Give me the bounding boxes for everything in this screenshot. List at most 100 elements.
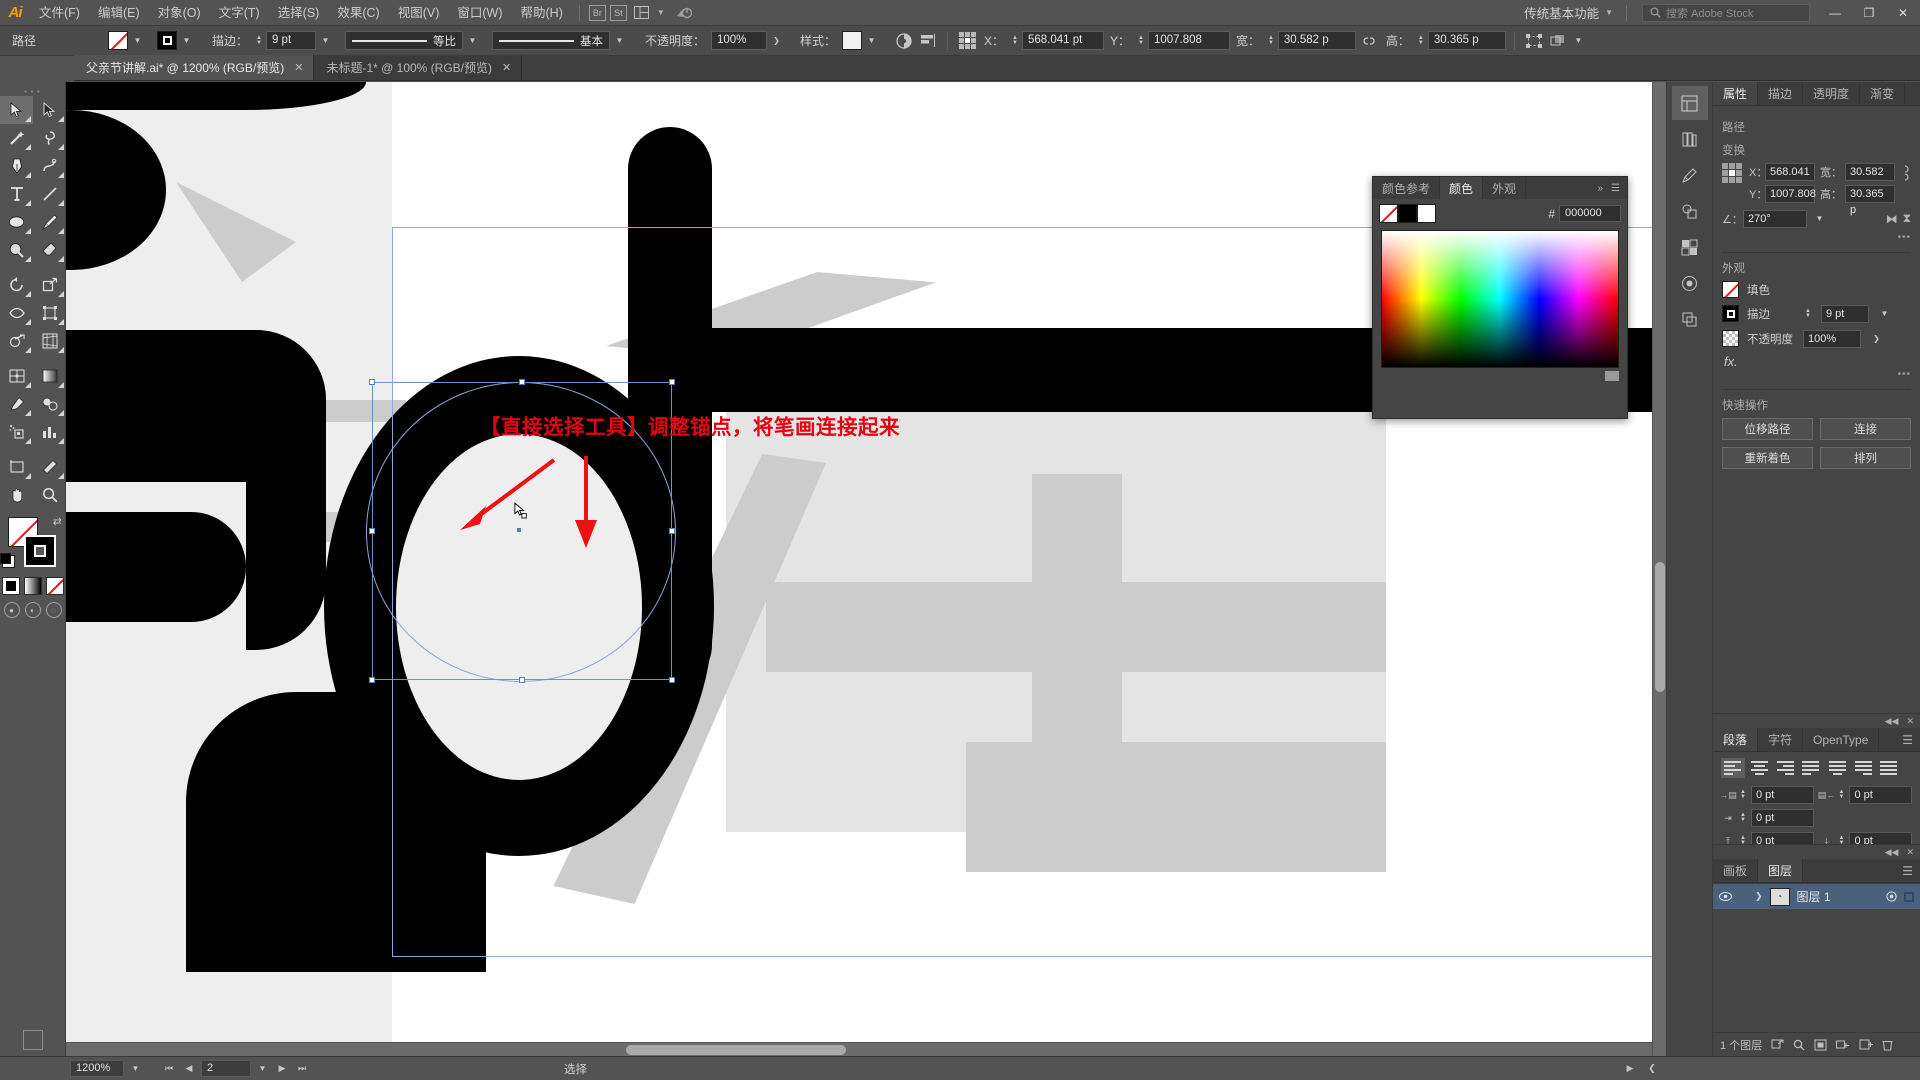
width-input[interactable]: 30.582 p xyxy=(1277,31,1356,50)
toolbar-grip[interactable]: • • • xyxy=(0,88,65,96)
add-effect-fx-icon[interactable]: fx. xyxy=(1722,354,1911,369)
align-center-button[interactable] xyxy=(1747,758,1771,778)
paragraph-close-icon[interactable]: ✕ xyxy=(1906,716,1914,727)
variable-width-profile-select[interactable]: 等比 xyxy=(344,31,463,50)
selection-handle-tc[interactable] xyxy=(519,379,525,385)
arrange-button[interactable]: 排列 xyxy=(1820,447,1911,469)
indent-left-stepper[interactable]: ▲ ▼ xyxy=(1738,789,1748,800)
color-spectrum-picker[interactable] xyxy=(1381,230,1619,368)
ellipse-tool[interactable] xyxy=(0,208,33,236)
panel-menu-icon[interactable]: ☰ xyxy=(1611,183,1620,194)
tab-properties[interactable]: 属性 xyxy=(1713,82,1759,105)
indent-left-input[interactable]: 0 pt xyxy=(1750,786,1814,804)
fill-chevron-down-icon[interactable]: ▼ xyxy=(130,31,145,50)
height-stepper[interactable]: ▲ ▼ xyxy=(1416,35,1426,46)
slice-tool[interactable] xyxy=(33,453,66,481)
x-input[interactable]: 568.041 pt xyxy=(1021,31,1104,50)
paintbrush-tool[interactable] xyxy=(33,208,66,236)
opacity-input[interactable]: 100% xyxy=(710,31,767,50)
menu-select[interactable]: 选择(S) xyxy=(269,0,329,26)
stroke-color-swatch[interactable] xyxy=(157,31,177,50)
properties-dock-icon[interactable] xyxy=(1671,86,1708,120)
perspective-grid-tool[interactable] xyxy=(33,327,66,355)
appearance-opacity-input[interactable]: 100% xyxy=(1803,329,1861,348)
color-panel[interactable]: 颜色参考 颜色 外观 » ☰ # 000000 xyxy=(1372,176,1628,419)
swatches-dock-icon[interactable] xyxy=(1672,230,1708,264)
reference-point-icon[interactable] xyxy=(956,30,978,52)
change-screen-mode-button[interactable] xyxy=(23,1030,43,1050)
line-segment-tool[interactable] xyxy=(33,180,66,208)
align-right-button[interactable] xyxy=(1773,758,1797,778)
justify-last-left-button[interactable] xyxy=(1799,758,1823,778)
appearance-more-options-icon[interactable]: ••• xyxy=(1722,369,1911,380)
status-next-icon[interactable]: ▶ xyxy=(1622,1060,1638,1077)
link-wh-proportions-icon[interactable] xyxy=(1899,163,1911,183)
lock-proportions-icon[interactable] xyxy=(1358,30,1380,52)
zoom-tool[interactable] xyxy=(33,481,66,509)
justify-last-center-button[interactable] xyxy=(1825,758,1849,778)
panel-h-input[interactable]: 30.365 p xyxy=(1845,185,1895,216)
draw-normal-icon[interactable]: ● xyxy=(3,602,20,618)
canvas-horizontal-scrollbar[interactable] xyxy=(66,1042,1652,1056)
symbols-dock-icon[interactable] xyxy=(1672,194,1708,228)
selection-handle-br[interactable] xyxy=(669,677,675,683)
delete-selection-icon[interactable] xyxy=(1882,1039,1893,1051)
offset-path-button[interactable]: 位移路径 xyxy=(1722,418,1813,440)
locate-object-icon[interactable] xyxy=(1771,1039,1784,1051)
fill-color-swatch[interactable] xyxy=(108,31,128,50)
layer-target-icon[interactable] xyxy=(1886,891,1897,902)
bridge-icon[interactable]: Br xyxy=(588,4,606,21)
tab-color-guide[interactable]: 颜色参考 xyxy=(1373,177,1441,199)
tab-gradient[interactable]: 渐变 xyxy=(1860,82,1906,105)
justify-all-button[interactable] xyxy=(1877,758,1901,778)
stroke-weight-stepper[interactable]: ▲ ▼ xyxy=(254,35,264,46)
create-sublayer-icon[interactable] xyxy=(1836,1039,1850,1051)
appearance-stroke-stepper[interactable]: ▲ ▼ xyxy=(1803,308,1813,319)
height-input[interactable]: 30.365 p xyxy=(1427,31,1506,50)
hand-tool[interactable] xyxy=(0,481,33,509)
color-mode-solid-button[interactable] xyxy=(1,577,20,595)
color-none-swatch[interactable] xyxy=(1379,204,1398,223)
canvas-vertical-scrollbar[interactable] xyxy=(1652,82,1666,1056)
indent-first-line-stepper[interactable]: ▲ ▼ xyxy=(1738,812,1748,823)
canvas-horizontal-scroll-thumb[interactable] xyxy=(626,1045,846,1055)
prev-artboard-icon[interactable]: ◀ xyxy=(181,1060,197,1077)
tab-color[interactable]: 颜色 xyxy=(1440,177,1484,199)
selection-tool[interactable] xyxy=(0,96,33,124)
default-fill-stroke-icon[interactable] xyxy=(0,553,15,568)
stroke-chevron-down-icon[interactable]: ▼ xyxy=(179,31,194,50)
gradient-tool[interactable] xyxy=(33,362,66,390)
pathfinder-dock-icon[interactable] xyxy=(1672,302,1708,336)
panel-x-input[interactable]: 568.041 xyxy=(1765,163,1815,181)
magic-wand-tool[interactable] xyxy=(0,124,33,152)
reference-point-selector-icon[interactable] xyxy=(1722,163,1742,183)
menu-object[interactable]: 对象(O) xyxy=(149,0,210,26)
close-tab-1-icon[interactable]: ✕ xyxy=(502,61,511,74)
hex-input[interactable]: 000000 xyxy=(1559,205,1621,222)
last-artboard-icon[interactable]: ⏭ xyxy=(294,1060,310,1077)
blend-tool[interactable] xyxy=(33,390,66,418)
workspace-chevron-down-icon[interactable]: ▼ xyxy=(1603,8,1619,17)
lasso-tool[interactable] xyxy=(33,124,66,152)
swap-fill-stroke-icon[interactable]: ⇄ xyxy=(53,515,62,528)
pen-tool[interactable] xyxy=(0,152,33,180)
tab-appearance[interactable]: 外观 xyxy=(1483,177,1527,199)
opacity-options-icon[interactable]: ❯ xyxy=(769,31,784,50)
artboard-chevron-down-icon[interactable]: ▼ xyxy=(255,1059,270,1078)
align-left-button[interactable] xyxy=(1721,758,1745,778)
color-mode-gradient-button[interactable] xyxy=(23,577,42,595)
eraser-tool[interactable] xyxy=(33,236,66,264)
layers-collapse-icon[interactable]: ◀◀ xyxy=(1885,847,1899,858)
selection-handle-ml[interactable] xyxy=(369,528,375,534)
width-profile-chevron-down-icon[interactable]: ▼ xyxy=(465,31,480,50)
artboard-number-input[interactable]: 2 xyxy=(201,1060,251,1077)
draw-inside-icon[interactable]: ◌ xyxy=(45,602,62,618)
stroke-weight-chevron-down-icon[interactable]: ▼ xyxy=(318,31,333,50)
make-clipping-mask-icon[interactable] xyxy=(1814,1039,1827,1051)
tab-paragraph[interactable]: 段落 xyxy=(1713,728,1759,751)
close-window-button[interactable]: ✕ xyxy=(1886,0,1920,26)
eyedropper-tool[interactable] xyxy=(0,390,33,418)
status-menu-icon[interactable]: ❮ xyxy=(1644,1060,1660,1077)
color-black-swatch[interactable] xyxy=(1398,204,1417,223)
direct-selection-tool[interactable] xyxy=(33,96,66,124)
